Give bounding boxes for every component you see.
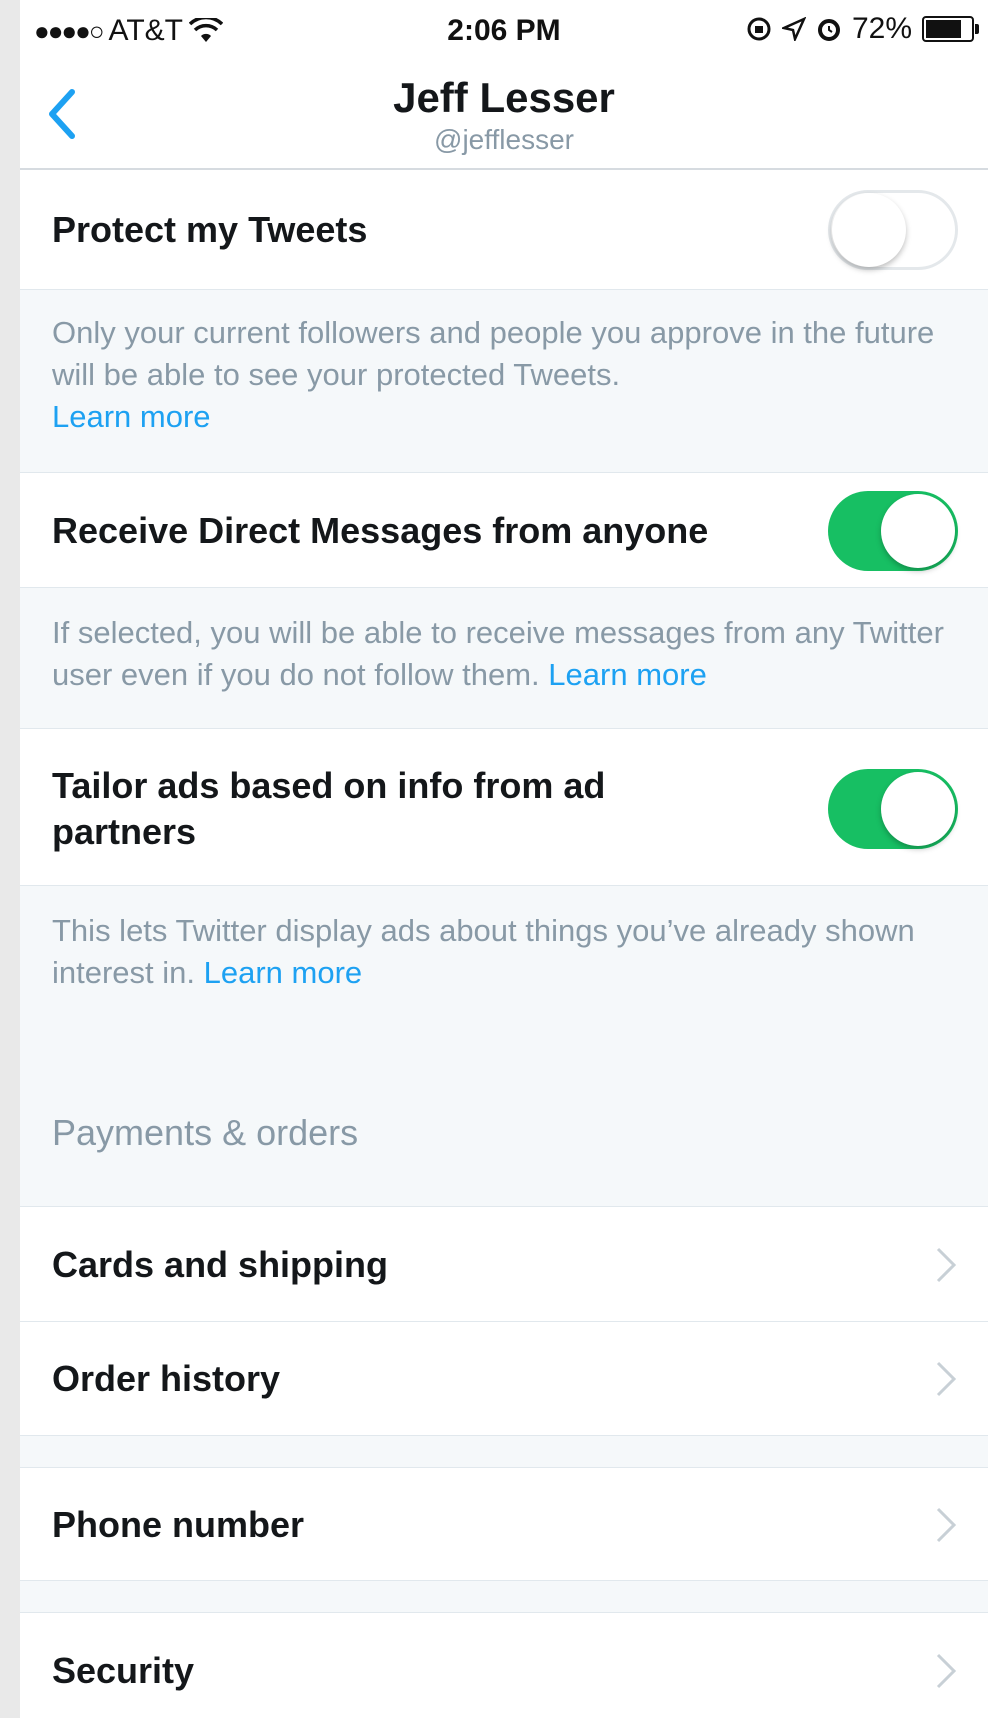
location-icon xyxy=(781,17,806,41)
tailor-ads-row[interactable]: Tailor ads based on info from ad partner… xyxy=(20,728,988,886)
tailor-ads-label-line1: Tailor ads based on info from ad xyxy=(52,765,606,806)
direct-messages-row[interactable]: Receive Direct Messages from anyone xyxy=(20,472,988,588)
protect-tweets-toggle[interactable] xyxy=(828,190,958,270)
phone-screen: ●●●●○ AT&T 2:06 PM 72% Jeff Lesser @jeff… xyxy=(20,0,988,1718)
chevron-right-icon xyxy=(936,1653,957,1689)
toggle-knob xyxy=(881,494,955,568)
phone-number-label: Phone number xyxy=(52,1504,305,1545)
protect-tweets-learn-more-link[interactable]: Learn more xyxy=(52,399,211,434)
protect-tweets-description-text: Only your current followers and people y… xyxy=(52,315,935,392)
protect-tweets-label: Protect my Tweets xyxy=(52,209,368,250)
order-history-row[interactable]: Order history xyxy=(20,1322,988,1436)
tailor-ads-toggle[interactable] xyxy=(828,769,958,849)
payments-section-title: Payments & orders xyxy=(52,1112,359,1153)
cards-shipping-label: Cards and shipping xyxy=(52,1244,389,1285)
cards-shipping-row[interactable]: Cards and shipping xyxy=(20,1206,988,1322)
chevron-right-icon xyxy=(936,1507,957,1543)
direct-messages-label: Receive Direct Messages from anyone xyxy=(52,510,709,551)
direct-messages-description: If selected, you will be able to receive… xyxy=(52,612,972,696)
order-history-label: Order history xyxy=(52,1358,281,1399)
phone-number-row[interactable]: Phone number xyxy=(20,1467,988,1581)
status-right: 72% xyxy=(746,12,979,46)
direct-messages-learn-more-link[interactable]: Learn more xyxy=(548,657,707,692)
status-bar: ●●●●○ AT&T 2:06 PM 72% xyxy=(20,0,988,62)
alarm-icon xyxy=(817,19,840,41)
battery-percent: 72% xyxy=(851,12,912,45)
page-subtitle: @jefflesser xyxy=(434,124,574,155)
page-title: Jeff Lesser xyxy=(393,74,615,121)
security-label: Security xyxy=(52,1650,195,1691)
chevron-right-icon xyxy=(936,1247,957,1283)
direct-messages-toggle[interactable] xyxy=(828,491,958,571)
chevron-right-icon xyxy=(936,1361,957,1397)
toggle-knob xyxy=(881,772,955,846)
tailor-ads-description-text: This lets Twitter display ads about thin… xyxy=(52,913,915,990)
orientation-lock-icon xyxy=(747,17,771,41)
navigation-bar: Jeff Lesser @jefflesser xyxy=(20,62,988,170)
battery-icon xyxy=(922,16,979,42)
tailor-ads-label-line2: partners xyxy=(52,811,197,852)
security-row[interactable]: Security xyxy=(20,1612,988,1718)
tailor-ads-label: Tailor ads based on info from ad partner… xyxy=(52,763,605,855)
protect-tweets-row[interactable]: Protect my Tweets xyxy=(20,170,988,290)
tailor-ads-description: This lets Twitter display ads about thin… xyxy=(52,910,972,994)
tailor-ads-learn-more-link[interactable]: Learn more xyxy=(204,955,363,990)
toggle-knob xyxy=(832,193,906,267)
direct-messages-description-text: If selected, you will be able to receive… xyxy=(52,615,944,692)
protect-tweets-description: Only your current followers and people y… xyxy=(52,312,972,438)
